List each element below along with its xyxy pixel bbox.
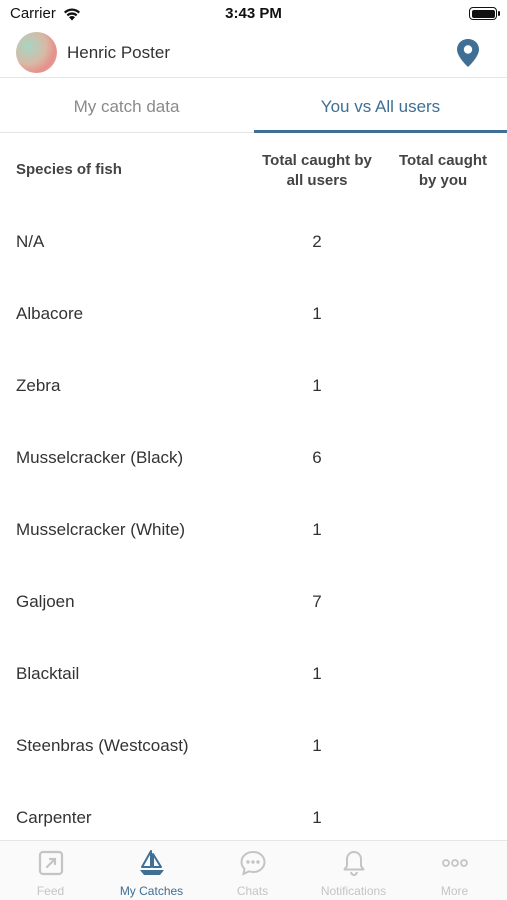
header-species: Species of fish (16, 161, 122, 178)
total-all-value: 1 (312, 664, 322, 683)
table-row: Blacktail 1 (0, 638, 507, 710)
total-all-value: 7 (312, 592, 322, 611)
tab-you-vs-all-users[interactable]: You vs All users (254, 80, 507, 133)
total-all-value: 1 (312, 520, 322, 539)
active-tab-indicator (254, 130, 507, 133)
profile-name[interactable]: Henric Poster (67, 43, 170, 63)
tab-my-catches[interactable]: My Catches (101, 841, 202, 900)
header-total-all: Total caught by all users (254, 151, 380, 191)
table-row: Albacore 1 (0, 278, 507, 350)
table-row: Zebra 1 (0, 350, 507, 422)
table-row: Musselcracker (Black) 6 (0, 422, 507, 494)
species-name: Musselcracker (White) (16, 520, 186, 539)
total-all-value: 1 (312, 736, 322, 755)
bottom-tab-bar: Feed My Catches Chats Notifications More (0, 840, 507, 900)
feed-icon (38, 850, 64, 876)
tab-chats-label: Chats (236, 884, 269, 898)
location-pin-icon[interactable] (455, 38, 481, 68)
tab-feed[interactable]: Feed (0, 841, 101, 900)
tab-more-label: More (440, 884, 469, 898)
total-all-value: 2 (312, 232, 322, 251)
bell-icon (343, 851, 365, 877)
chat-icon (240, 850, 266, 876)
table-row: Galjoen 7 (0, 566, 507, 638)
table-row: Steenbras (Westcoast) 1 (0, 710, 507, 782)
header-total-you-line1: Total caught (398, 152, 488, 169)
battery-icon (469, 7, 500, 20)
tab-chats[interactable]: Chats (202, 841, 303, 900)
total-all-value: 1 (312, 304, 322, 323)
tab-my-catch-data[interactable]: My catch data (0, 80, 253, 133)
species-name: Musselcracker (Black) (16, 448, 184, 467)
tab-my-catches-label: My Catches (119, 884, 184, 898)
species-name: Blacktail (16, 664, 80, 683)
table-header: Species of fish Total caught by all user… (0, 134, 507, 206)
tab-bar-top: My catch data You vs All users (0, 80, 507, 133)
status-time: 3:43 PM (225, 5, 282, 22)
species-name: Galjoen (16, 592, 75, 611)
avatar[interactable] (16, 32, 57, 73)
species-table: N/A 2 Albacore 1 Zebra 1 Musselcracker (… (0, 206, 507, 854)
header-total-you-line2: by you (418, 172, 468, 189)
tab-notifications-label: Notifications (320, 884, 387, 898)
species-name: N/A (16, 232, 45, 251)
total-all-value: 1 (312, 808, 322, 827)
total-all-value: 1 (312, 376, 322, 395)
header-total-all-line2: all users (286, 172, 348, 189)
sailboat-icon (140, 850, 164, 875)
tab-notifications[interactable]: Notifications (303, 841, 404, 900)
table-row: N/A 2 (0, 206, 507, 278)
species-name: Albacore (16, 304, 84, 323)
tab-feed-label: Feed (36, 884, 65, 898)
header-total-you: Total caught by you (390, 151, 496, 191)
more-icon (442, 859, 468, 867)
total-all-value: 6 (312, 448, 322, 467)
species-name: Steenbras (Westcoast) (16, 736, 189, 755)
status-bar: Carrier 3:43 PM (0, 0, 507, 28)
tab-more[interactable]: More (404, 841, 505, 900)
table-row: Musselcracker (White) 1 (0, 494, 507, 566)
header-total-all-line1: Total caught by (262, 152, 372, 169)
profile-header: Henric Poster (0, 28, 507, 78)
species-name: Carpenter (16, 808, 92, 827)
species-name: Zebra (16, 376, 61, 395)
